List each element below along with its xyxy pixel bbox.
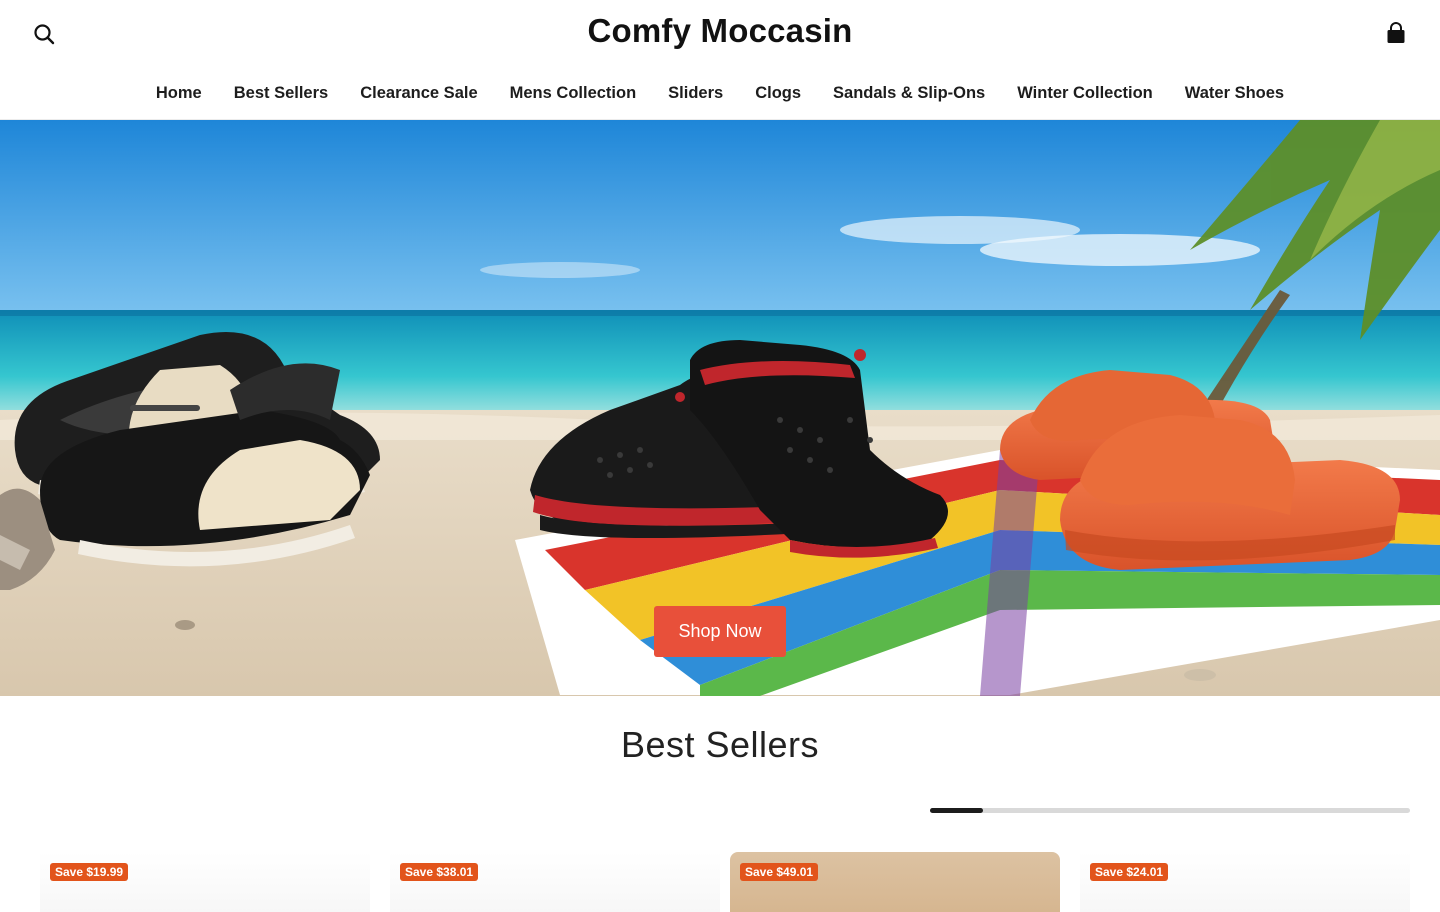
shop-now-button[interactable]: Shop Now: [654, 606, 786, 657]
product-card[interactable]: Save $24.01: [1080, 852, 1410, 912]
product-image: [40, 852, 370, 912]
product-card[interactable]: Save $19.99: [40, 852, 370, 912]
hero-banner[interactable]: Shop Now: [0, 120, 1440, 696]
main-nav: Home Best Sellers Clearance Sale Mens Co…: [0, 68, 1440, 120]
nav-item-sandals-slip-ons[interactable]: Sandals & Slip-Ons: [817, 84, 1001, 103]
product-card[interactable]: Save $38.01: [390, 852, 720, 912]
carousel-progress[interactable]: [930, 808, 1410, 813]
product-image: [730, 852, 1060, 912]
product-image: [1080, 852, 1410, 912]
product-card[interactable]: Save $49.01: [730, 852, 1060, 912]
nav-item-clearance-sale[interactable]: Clearance Sale: [344, 84, 493, 103]
nav-item-sliders[interactable]: Sliders: [652, 84, 739, 103]
product-image: [390, 852, 720, 912]
site-logo[interactable]: Comfy Moccasin: [0, 12, 1440, 50]
save-badge: Save $38.01: [400, 863, 479, 881]
nav-item-mens-collection[interactable]: Mens Collection: [494, 84, 653, 103]
nav-item-home[interactable]: Home: [140, 84, 218, 103]
save-badge: Save $49.01: [740, 863, 819, 881]
nav-item-best-sellers[interactable]: Best Sellers: [218, 84, 344, 103]
nav-item-water-shoes[interactable]: Water Shoes: [1169, 84, 1300, 103]
shopping-bag-icon[interactable]: [1384, 21, 1408, 47]
save-badge: Save $24.01: [1090, 863, 1169, 881]
save-badge: Save $19.99: [50, 863, 129, 881]
site-header: Comfy Moccasin: [0, 0, 1440, 68]
nav-item-clogs[interactable]: Clogs: [739, 84, 817, 103]
nav-item-winter-collection[interactable]: Winter Collection: [1001, 84, 1169, 103]
carousel-progress-fill: [930, 808, 983, 813]
section-title: Best Sellers: [620, 724, 820, 765]
